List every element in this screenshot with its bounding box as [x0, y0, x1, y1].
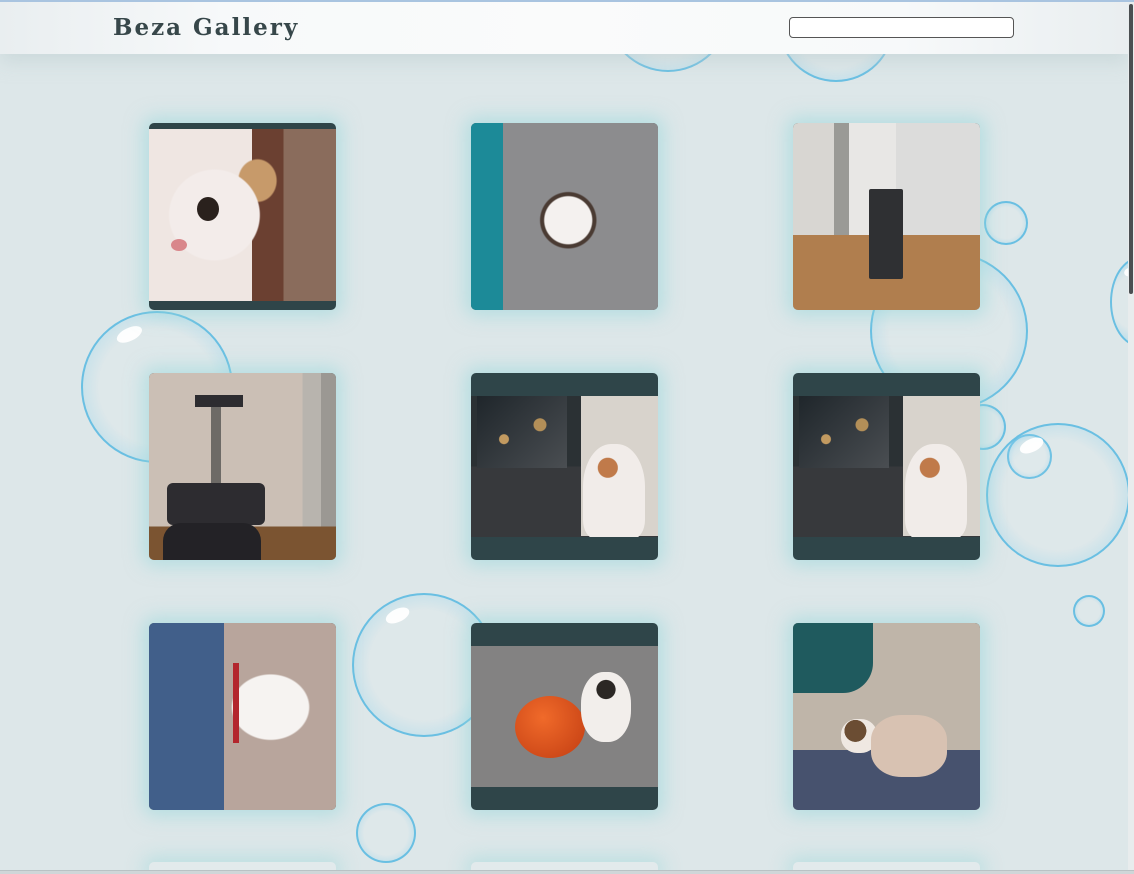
gallery-photo[interactable] [149, 623, 336, 810]
gallery-photo[interactable] [471, 123, 658, 310]
gallery-photo[interactable] [149, 373, 336, 560]
gallery-photo[interactable] [793, 123, 980, 310]
gallery-tile[interactable] [149, 123, 336, 310]
scrollbar-thumb[interactable] [1129, 4, 1133, 294]
bubble-decoration [356, 803, 416, 863]
gallery-photo[interactable] [793, 623, 980, 810]
site-header: Beza Gallery [0, 2, 1128, 54]
gallery-tile[interactable] [793, 123, 980, 310]
gallery-tile[interactable] [793, 373, 980, 560]
gallery-tile[interactable] [471, 373, 658, 560]
search-input[interactable] [789, 17, 1014, 38]
gallery-tile[interactable] [149, 623, 336, 810]
gallery-photo[interactable] [471, 646, 658, 787]
gallery-photo[interactable] [149, 129, 336, 301]
gallery-photo[interactable] [471, 396, 658, 537]
gallery-photo[interactable] [793, 396, 980, 537]
window-top-edge [0, 0, 1134, 2]
bubble-decoration [984, 201, 1028, 245]
bubble-decoration [1073, 595, 1105, 627]
gallery-tile[interactable] [471, 123, 658, 310]
site-title[interactable]: Beza Gallery [113, 14, 299, 41]
gallery-tile[interactable] [471, 623, 658, 810]
gallery-tile[interactable] [793, 623, 980, 810]
bubble-decoration [986, 423, 1130, 567]
gallery-tile[interactable] [149, 373, 336, 560]
window-bottom-edge [0, 870, 1134, 874]
